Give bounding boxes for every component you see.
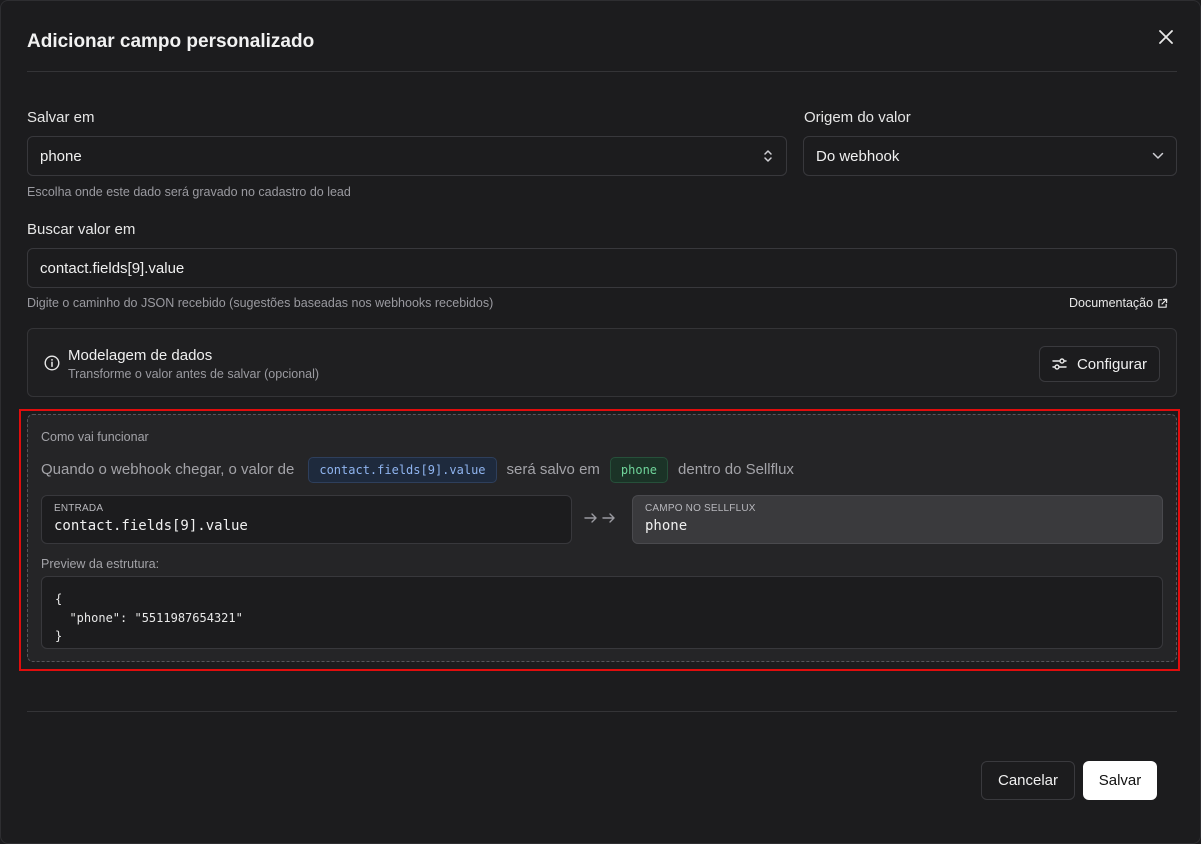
lookup-label: Buscar valor em — [27, 221, 136, 238]
chevron-up-down-icon — [764, 150, 772, 162]
origin-value: Do webhook — [816, 147, 900, 165]
info-icon — [44, 355, 60, 371]
documentation-link[interactable]: Documentação — [1069, 296, 1168, 310]
configure-button[interactable]: Configurar — [1039, 346, 1160, 382]
origin-select[interactable]: Do webhook — [803, 136, 1177, 176]
save-button[interactable]: Salvar — [1083, 761, 1157, 800]
data-modeling-subtitle: Transforme o valor antes de salvar (opci… — [68, 367, 320, 381]
lookup-hint: Digite o caminho do JSON recebido (suges… — [27, 296, 494, 310]
data-modeling-title: Modelagem de dados — [68, 347, 213, 364]
data-modeling-panel: Modelagem de dados Transforme o valor an… — [27, 328, 1177, 397]
cancel-button[interactable]: Cancelar — [981, 761, 1075, 800]
close-icon[interactable] — [1159, 30, 1173, 44]
external-link-icon — [1158, 298, 1168, 308]
save-in-value: phone — [40, 147, 82, 165]
highlight-frame — [19, 409, 1180, 671]
origin-label: Origem do valor — [804, 109, 911, 126]
documentation-link-label: Documentação — [1069, 296, 1154, 310]
save-in-label: Salvar em — [27, 109, 95, 126]
save-in-select[interactable]: phone — [27, 136, 787, 176]
header-divider — [27, 71, 1177, 72]
sliders-icon — [1052, 358, 1067, 370]
chevron-down-icon — [1152, 152, 1164, 159]
lookup-path-value: contact.fields[9].value — [40, 259, 185, 277]
save-in-hint: Escolha onde este dado será gravado no c… — [27, 185, 351, 199]
footer-divider — [27, 711, 1177, 712]
custom-field-dialog: Adicionar campo personalizado Salvar em … — [0, 0, 1201, 844]
close-button[interactable] — [1154, 25, 1178, 49]
configure-button-label: Configurar — [1076, 355, 1148, 373]
dialog-title: Adicionar campo personalizado — [27, 31, 315, 52]
lookup-path-input[interactable]: contact.fields[9].value — [27, 248, 1177, 288]
